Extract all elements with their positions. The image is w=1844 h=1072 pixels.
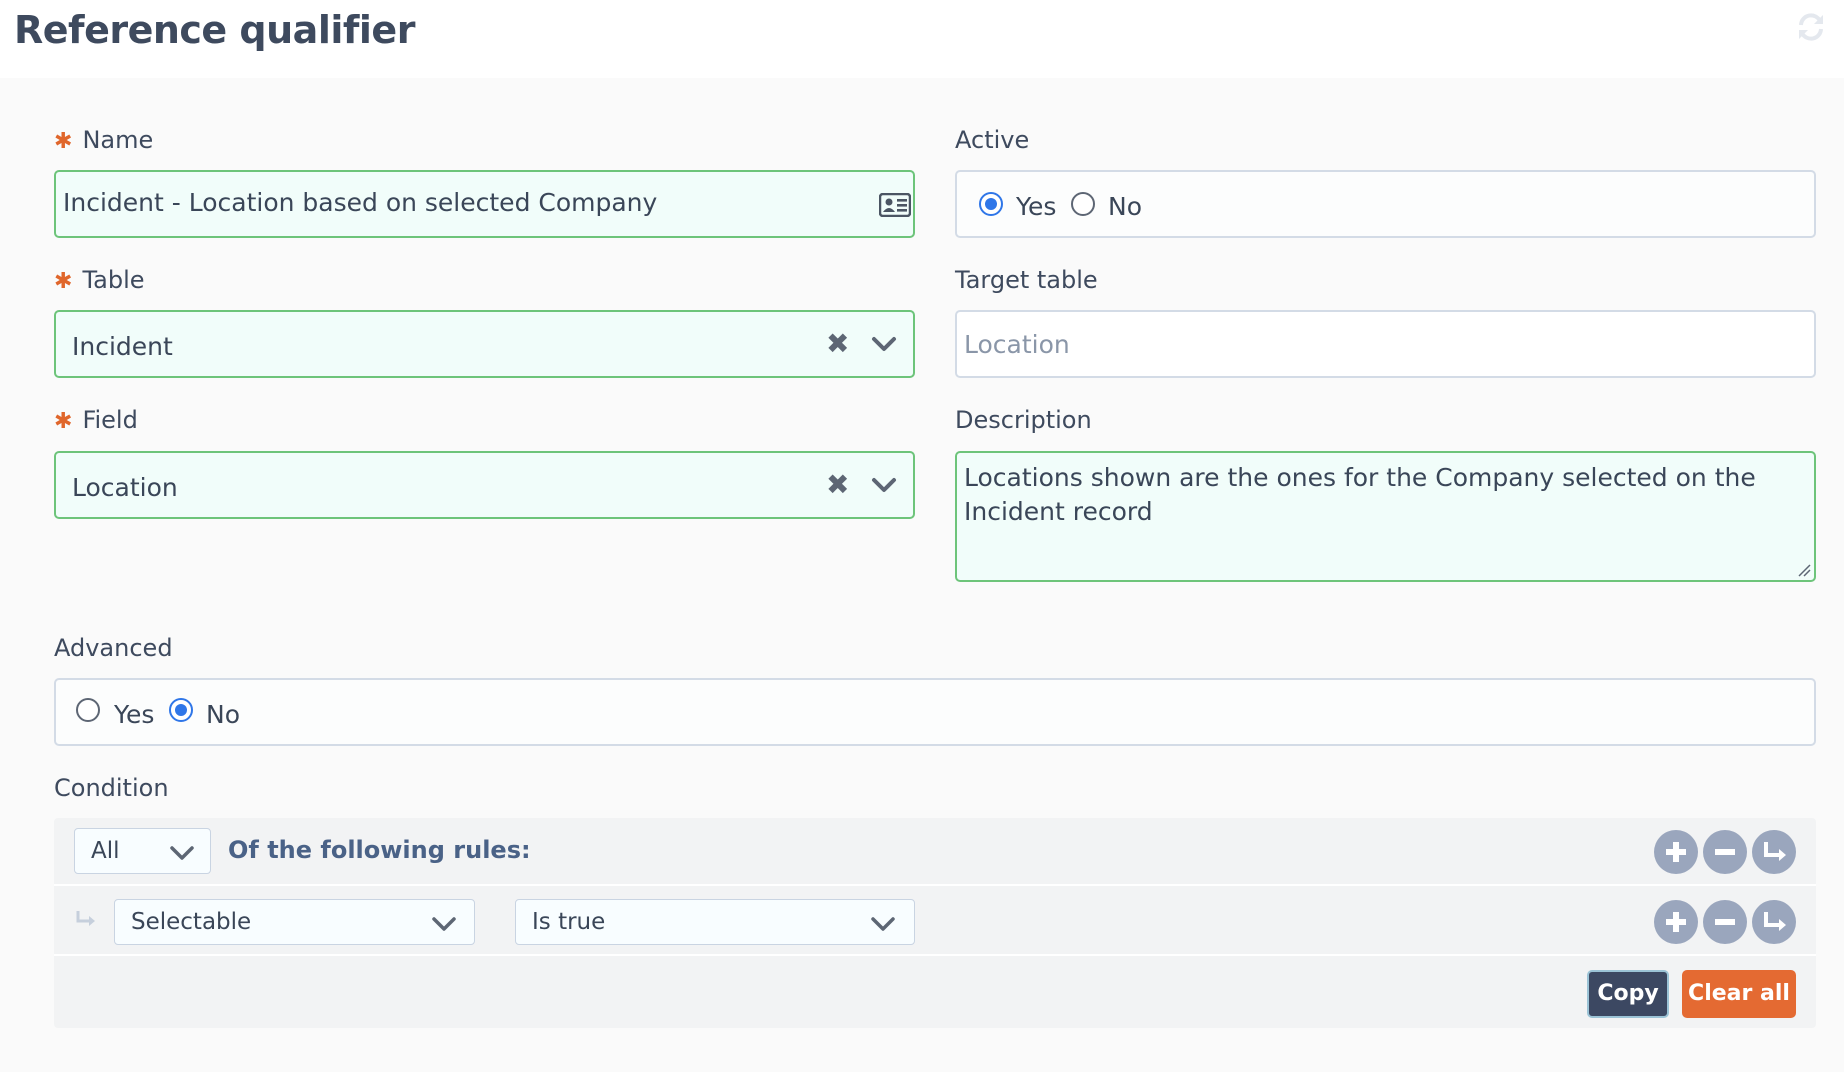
chevron-down-icon [871,917,895,931]
page-header: Reference qualifier [0,0,1844,78]
plus-icon [1666,842,1686,862]
refresh-icon[interactable] [1794,10,1828,44]
required-asterisk-icon: ✱ [54,269,73,294]
rule-field-value: Selectable [131,909,252,935]
description-textarea[interactable]: Locations shown are the ones for the Com… [955,451,1816,582]
name-value: Incident - Location based on selected Co… [63,188,658,217]
match-mode-value: All [91,838,120,864]
required-asterisk-icon: ✱ [54,129,73,154]
chevron-down-icon[interactable] [871,336,897,354]
active-label: Active [955,126,1030,154]
minus-icon [1715,849,1735,855]
copy-button[interactable]: Copy [1587,970,1669,1018]
chevron-down-icon [170,846,194,860]
description-value: Locations shown are the ones for the Com… [964,463,1756,526]
name-input[interactable]: Incident - Location based on selected Co… [54,170,915,238]
table-clear-icon[interactable]: ✖ [826,330,849,358]
contact-card-icon[interactable] [879,193,911,217]
resize-grip-icon[interactable] [1797,563,1811,577]
active-yes-label: Yes [1016,192,1057,221]
target-table-label: Target table [955,266,1098,294]
active-no-label: No [1108,192,1142,221]
clear-all-button[interactable]: Clear all [1682,970,1796,1018]
table-select[interactable]: Incident ✖ [54,310,915,378]
rule-operator-select[interactable]: Is true [515,899,915,945]
advanced-no-radio[interactable] [169,698,193,722]
remove-rule-button[interactable] [1703,830,1747,874]
target-table-placeholder: Location [964,330,1070,359]
rule-operator-value: Is true [532,909,606,935]
field-value: Location [72,473,178,502]
minus-icon [1715,919,1735,925]
field-clear-icon[interactable]: ✖ [826,471,849,499]
field-select[interactable]: Location ✖ [54,451,915,519]
target-table-input[interactable]: Location [955,310,1816,378]
add-rule-button[interactable] [1654,900,1698,944]
condition-builder: All Of the following rules: Selectable I… [54,818,1816,1028]
active-radio-group: Yes No [955,170,1816,238]
add-subgroup-button[interactable] [1752,900,1796,944]
active-yes-radio[interactable] [979,192,1003,216]
rule-indent-arrow-icon [76,911,95,926]
field-label: ✱ Field [54,406,138,434]
remove-rule-button[interactable] [1703,900,1747,944]
required-asterisk-icon: ✱ [54,409,73,434]
row-divider [54,884,1816,886]
add-rule-button[interactable] [1654,830,1698,874]
advanced-yes-radio[interactable] [76,698,100,722]
match-mode-select[interactable]: All [74,828,211,874]
active-no-radio[interactable] [1071,192,1095,216]
row-divider [54,954,1816,956]
rules-label: Of the following rules: [228,836,531,864]
advanced-label: Advanced [54,634,173,662]
plus-icon [1666,912,1686,932]
name-label: ✱ Name [54,126,154,154]
advanced-yes-label: Yes [114,700,155,729]
chevron-down-icon [432,917,456,931]
description-label: Description [955,406,1092,434]
advanced-no-label: No [206,700,240,729]
rule-field-select[interactable]: Selectable [114,899,475,945]
page-title: Reference qualifier [14,8,415,52]
chevron-down-icon[interactable] [871,477,897,495]
add-subgroup-button[interactable] [1752,830,1796,874]
table-label: ✱ Table [54,266,145,294]
table-value: Incident [72,332,173,361]
subgroup-arrow-icon [1764,912,1786,931]
advanced-radio-group: Yes No [54,678,1816,746]
subgroup-arrow-icon [1764,842,1786,861]
condition-label: Condition [54,774,169,802]
